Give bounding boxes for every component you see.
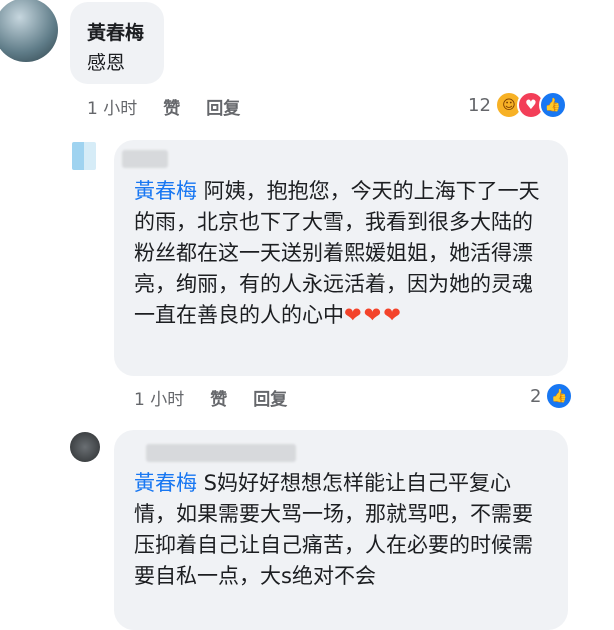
- comment-author[interactable]: 黃春梅: [87, 18, 144, 45]
- avatar[interactable]: [72, 142, 96, 170]
- reply-text: 黃春梅 阿姨，抱抱您，今天的上海下了一天的雨，北京也下了大雪，我看到很多大陆的粉…: [134, 176, 548, 331]
- like-icon: 👍: [538, 91, 567, 119]
- like-button[interactable]: 赞: [163, 94, 180, 119]
- reaction-summary[interactable]: 12 ☺ ♥ 👍: [468, 91, 567, 119]
- reaction-count: 12: [468, 94, 491, 116]
- redacted-name: [122, 150, 168, 168]
- reaction-summary[interactable]: 2 👍: [530, 382, 574, 410]
- avatar[interactable]: [0, 0, 58, 62]
- reply-time[interactable]: 1 小时: [134, 385, 184, 410]
- redacted-name: [146, 444, 296, 462]
- reply-text: 黃春梅 S妈好好想想怎样能让自己平复心情，如果需要大骂一场，那就骂吧，不需要压抑…: [134, 468, 548, 592]
- avatar[interactable]: [70, 432, 100, 462]
- like-icon: 👍: [545, 382, 574, 410]
- reply-button[interactable]: 回复: [206, 94, 240, 119]
- heart-emojis: ❤❤❤: [344, 303, 403, 327]
- comment-actions: 1 小时 赞 回复: [87, 94, 240, 119]
- comment-time[interactable]: 1 小时: [87, 94, 137, 119]
- reaction-count: 2: [530, 385, 542, 407]
- mention-link[interactable]: 黃春梅: [134, 471, 197, 495]
- reply-button[interactable]: 回复: [253, 385, 287, 410]
- reply-actions: 1 小时 赞 回复: [134, 385, 287, 410]
- mention-link[interactable]: 黃春梅: [134, 179, 197, 203]
- comment-text: 感恩: [87, 52, 126, 74]
- like-button[interactable]: 赞: [210, 385, 227, 410]
